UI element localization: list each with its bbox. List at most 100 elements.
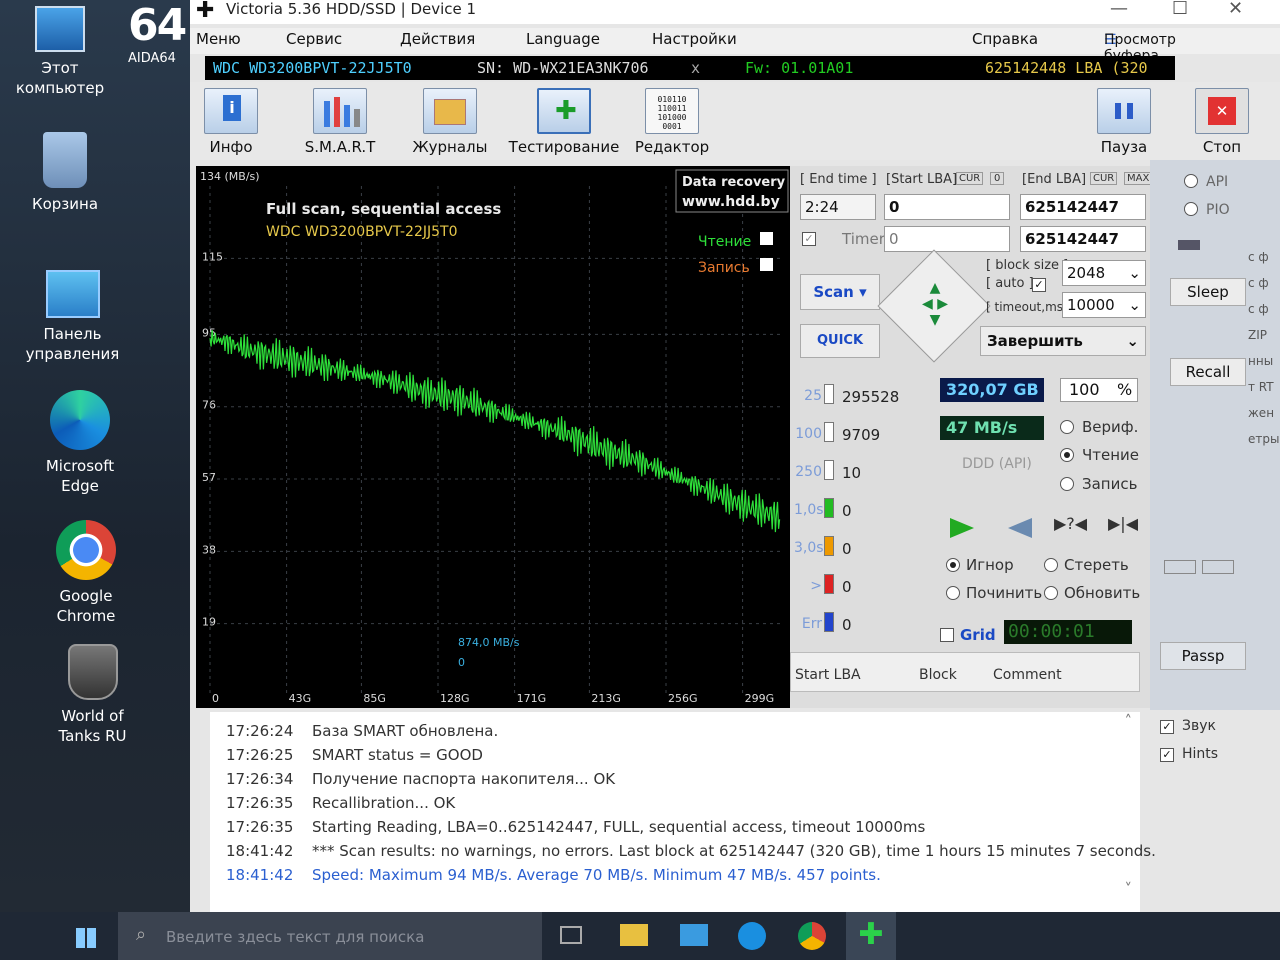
window-title: Victoria 5.36 HDD/SSD | Device 1 xyxy=(226,0,477,18)
finish-select[interactable]: Завершить ⌄ xyxy=(980,326,1146,356)
end-cur-button[interactable]: CUR xyxy=(1090,172,1118,185)
menu-item[interactable]: Меню xyxy=(196,30,241,48)
counter-label: > xyxy=(810,578,822,594)
desktop-icon-edge[interactable]: Microsoft Edge xyxy=(0,390,160,496)
desktop-icon-chrome[interactable]: Google Chrome xyxy=(0,520,172,626)
mail-icon[interactable] xyxy=(680,924,708,946)
device-close[interactable]: x xyxy=(691,56,700,80)
end-time-label: [ End time ] xyxy=(800,172,877,187)
api-radio[interactable] xyxy=(1184,174,1198,188)
sound-checkbox[interactable]: ✓ xyxy=(1160,720,1174,734)
counter-label: 250 xyxy=(795,464,822,480)
edge-taskbar-icon[interactable] xyxy=(738,922,766,950)
ignore-radio[interactable] xyxy=(946,558,960,572)
pio-radio[interactable] xyxy=(1184,202,1198,216)
graph-model: WDC WD3200BPVT-22JJ5T0 xyxy=(266,224,457,240)
timeout-select[interactable]: 10000 ⌄ xyxy=(1062,292,1146,318)
passp-button[interactable]: Passp xyxy=(1160,642,1246,670)
counter-swatch xyxy=(824,612,834,632)
close-icon[interactable]: ✕ xyxy=(1228,0,1243,19)
timer-checkbox[interactable]: ✓ xyxy=(802,232,816,246)
recycle-bin-icon xyxy=(43,132,87,188)
task-view-icon[interactable] xyxy=(560,926,582,944)
end-max-button[interactable]: MAX xyxy=(1124,172,1153,185)
hints-checkbox[interactable]: ✓ xyxy=(1160,748,1174,762)
desktop-icon-this-pc[interactable]: Этот компьютер xyxy=(0,4,120,98)
scroll-down-icon[interactable]: ˅ xyxy=(1125,880,1133,898)
test-button[interactable]: ✚ Тестирование xyxy=(506,88,622,156)
taskbar-search[interactable]: ⌕ Введите здесь текст для поиска xyxy=(118,912,542,960)
chrome-taskbar-icon[interactable] xyxy=(798,922,826,950)
menu-help[interactable]: Справка xyxy=(972,30,1038,48)
menu-item[interactable]: Language xyxy=(526,30,600,48)
auto-checkbox[interactable]: ✓ xyxy=(1032,278,1046,292)
start-button[interactable] xyxy=(76,928,96,948)
back-button[interactable] xyxy=(1008,518,1032,538)
editor-button[interactable]: 010110 110011 101000 0001 Редактор xyxy=(634,88,710,156)
menu-item[interactable]: Настройки xyxy=(652,30,737,48)
info-button[interactable]: i Инфо xyxy=(200,88,262,156)
skip-unknown-icon[interactable]: ▶?◀ xyxy=(1054,514,1087,533)
finish-label: Завершить xyxy=(987,332,1083,350)
quick-button[interactable]: QUICK xyxy=(800,324,880,358)
smart-button[interactable]: S.M.A.R.T xyxy=(302,88,378,156)
end-lba-input[interactable]: 625142447 xyxy=(1020,194,1146,220)
y-tick-label: 57 xyxy=(202,471,216,484)
desktop-icon-wot[interactable]: World of Tanks RU xyxy=(0,644,185,746)
file-explorer-icon[interactable] xyxy=(620,924,648,946)
victoria-logo-icon: ✚ xyxy=(196,0,215,23)
speed-graph[interactable]: 115 95 76 57 38 19 0 43G 85G 128G 171G 213G 256G 299G… xyxy=(196,166,790,708)
extra-toggle-2[interactable] xyxy=(1202,560,1234,574)
refresh-radio[interactable] xyxy=(1044,586,1058,600)
recall-button[interactable]: Recall xyxy=(1170,358,1246,386)
computer-icon xyxy=(35,6,85,52)
verify-radio[interactable] xyxy=(1060,420,1074,434)
play-button[interactable] xyxy=(950,518,974,538)
read-radio[interactable] xyxy=(1060,448,1074,462)
refresh-label: Обновить xyxy=(1064,584,1141,602)
hints-label: Hints xyxy=(1182,746,1219,762)
scan-button[interactable]: Scan ▾ xyxy=(800,274,880,310)
grid-checkbox[interactable] xyxy=(940,628,954,642)
timer-end-input[interactable]: 625142447 xyxy=(1020,226,1146,252)
stop-button[interactable]: ✕ Стоп xyxy=(1194,88,1250,156)
minimize-icon[interactable]: — xyxy=(1110,0,1128,19)
victoria-taskbar-icon[interactable]: ✚ xyxy=(846,912,896,960)
pause-button[interactable]: Пауза xyxy=(1096,88,1152,156)
maximize-icon[interactable]: ☐ xyxy=(1172,0,1188,19)
counter-value: 0 xyxy=(842,578,852,596)
skip-end-icon[interactable]: ▶|◀ xyxy=(1108,514,1138,533)
write-radio[interactable] xyxy=(1060,477,1074,491)
menu-item[interactable]: Сервис xyxy=(286,30,342,48)
start-lba-input[interactable]: 0 xyxy=(884,194,1010,220)
status-indicator xyxy=(1178,240,1200,250)
menu-item[interactable]: Действия xyxy=(400,30,475,48)
edge-icon xyxy=(50,390,110,450)
counter-swatch xyxy=(824,422,834,442)
start-cur-button[interactable]: CUR xyxy=(956,172,984,185)
end-time-field[interactable]: 2:24 xyxy=(800,194,876,220)
sleep-button[interactable]: Sleep xyxy=(1170,278,1246,306)
desktop-icon-recycle-bin[interactable]: Корзина xyxy=(0,132,130,214)
aida64-label: AIDA64 xyxy=(128,51,176,66)
counter-swatch xyxy=(824,574,834,594)
x-tick-label: 299G xyxy=(745,692,775,705)
erase-radio[interactable] xyxy=(1044,558,1058,572)
extra-toggle-1[interactable] xyxy=(1164,560,1196,574)
timer-label: Timer xyxy=(842,230,885,248)
timer-input[interactable]: 0 xyxy=(884,226,1010,252)
repair-radio[interactable] xyxy=(946,586,960,600)
aida64-shortcut[interactable]: 64 AIDA64 xyxy=(128,0,190,90)
log-line: 17:26:35 Recallibration... OK xyxy=(226,794,455,816)
block-size-select[interactable]: 2048 ⌄ xyxy=(1062,260,1146,286)
cut-label: т RT xyxy=(1248,380,1274,394)
log-time: 17:26:24 xyxy=(226,722,294,740)
event-log[interactable]: 17:26:24 База SMART обновлена. 17:26:25 SMA… xyxy=(210,712,1156,912)
counter-swatch xyxy=(824,536,834,556)
log-message: Speed: Maximum 94 MB/s. Average 70 MB/s.… xyxy=(312,866,881,884)
start-zero-button[interactable]: 0 xyxy=(990,172,1005,185)
desktop-icon-control-panel[interactable]: Панель управления xyxy=(0,270,145,364)
scroll-up-icon[interactable]: ˄ xyxy=(1125,712,1133,730)
device-bar[interactable]: WDC WD3200BPVT-22JJ5T0 SN: WD-WX21EA3NK7… xyxy=(205,56,1175,101)
logs-button[interactable]: Журналы xyxy=(412,88,488,156)
